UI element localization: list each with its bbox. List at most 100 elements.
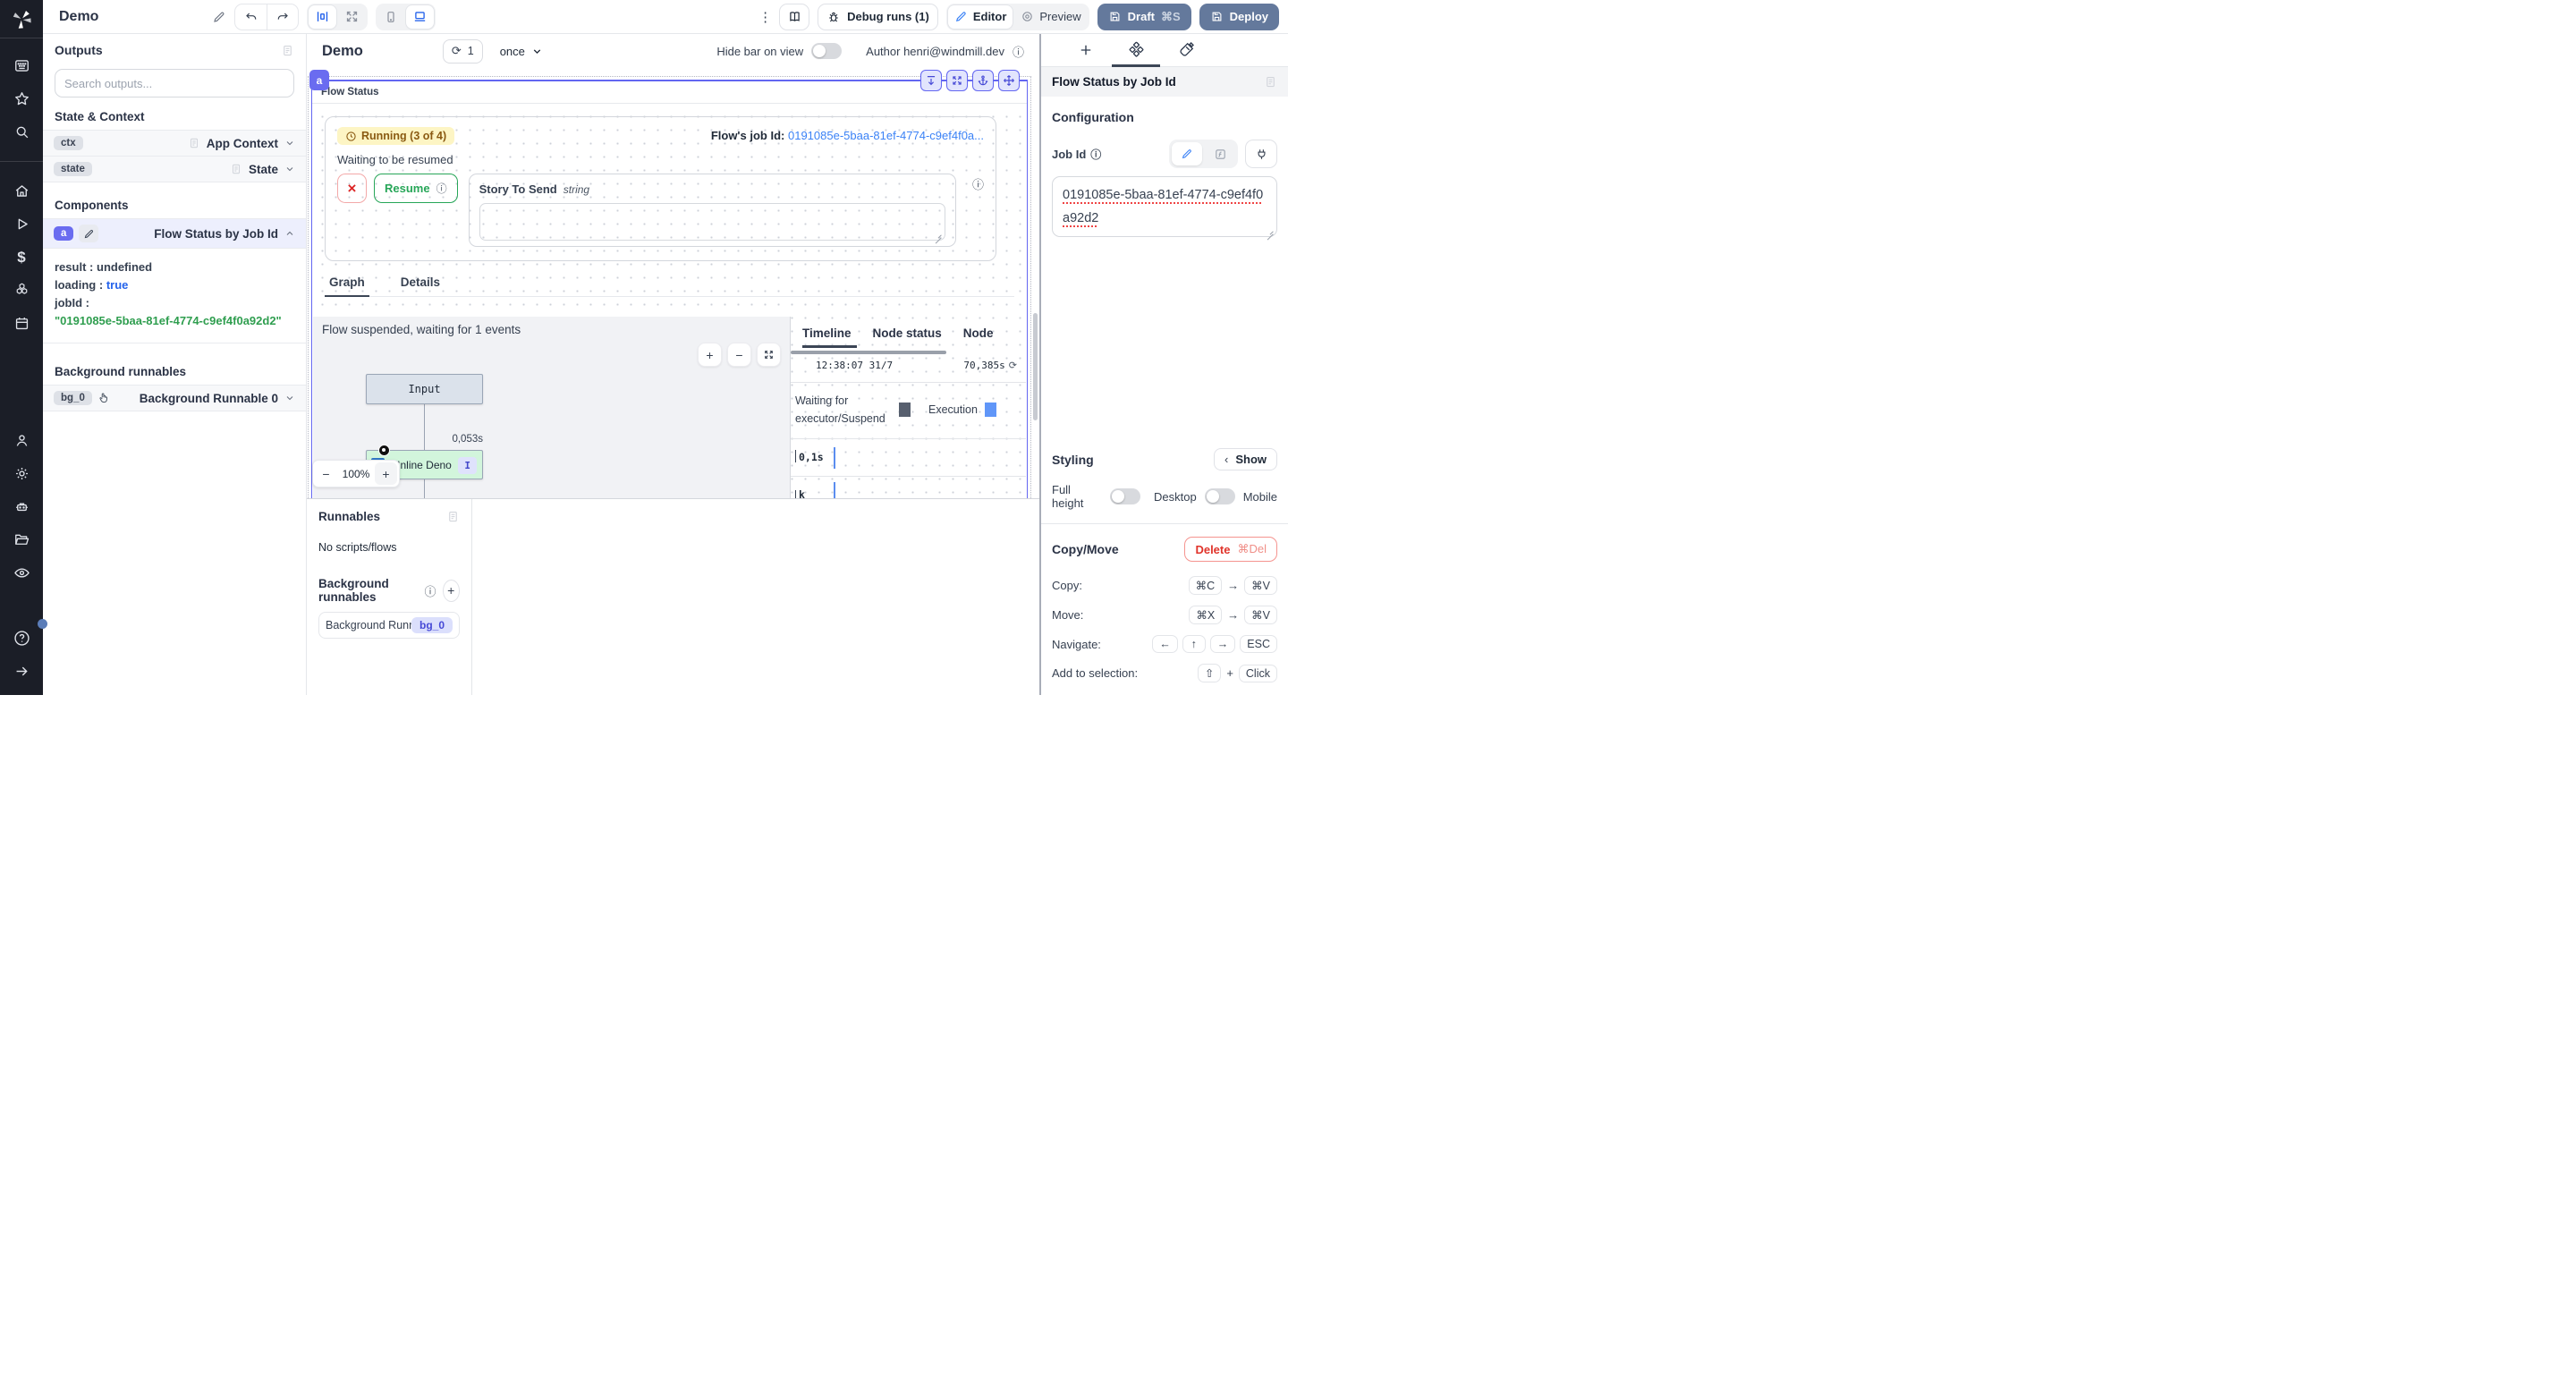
component-a-row[interactable]: a Flow Status by Job Id [43,218,306,249]
job-id-link[interactable]: 0191085e-5baa-81ef-4774-c9ef4f0a... [788,129,984,142]
sidebar-item-workers[interactable] [0,490,43,523]
centered-layout-button[interactable] [309,5,336,29]
delete-component-button[interactable]: Delete ⌘Del [1184,537,1277,562]
expand-down-icon[interactable] [920,70,942,91]
full-height-toggle[interactable] [1110,488,1140,504]
zoom-out-icon[interactable]: − [315,467,337,481]
info-icon[interactable]: ⓘ [1090,147,1101,162]
sidebar-item-home[interactable] [0,174,43,208]
chevron-down-icon[interactable] [284,393,295,403]
add-bg-runnable-button[interactable]: + [443,580,460,602]
bg-runnable-row[interactable]: Background Runna... bg_0 [318,612,460,639]
app-canvas[interactable]: a Flow Status [307,68,1039,498]
zoom-in-icon[interactable]: + [375,462,397,485]
preview-tab[interactable]: Preview [1014,5,1087,29]
refresh-count-button[interactable]: ⟳ 1 [443,39,483,64]
ctx-row[interactable]: ctx App Context [43,130,306,157]
author-label: Author henri@windmill.dev [866,45,1004,58]
tab-node-status[interactable]: Node status [873,326,942,348]
zoom-out-icon[interactable]: − [727,343,751,367]
horizontal-scrollbar[interactable] [791,351,946,354]
draft-button[interactable]: Draft ⌘S [1097,4,1191,30]
vertical-scrollbar[interactable] [1033,313,1038,420]
bg0-row[interactable]: bg_0 Background Runnable 0 [43,385,306,411]
deploy-button[interactable]: Deploy [1199,4,1279,30]
timeline-start: 12:38:07 31/7 [816,360,893,371]
connect-input-icon[interactable] [1245,140,1277,168]
redo-button[interactable] [267,4,298,30]
sidebar-item-users[interactable] [0,424,43,457]
sidebar-item-runs[interactable] [0,208,43,241]
undo-button[interactable] [235,4,267,30]
sidebar-item-favorites[interactable] [0,82,43,115]
component-id-tag[interactable]: a [309,70,329,90]
css-editor-tab[interactable] [1161,41,1211,66]
selected-component-name: Flow Status by Job Id [1052,75,1176,89]
legend-execution-swatch [985,403,996,417]
sidebar-item-variables[interactable]: $ [0,241,43,274]
rename-component-icon[interactable] [79,225,98,242]
sidebar-item-settings[interactable] [0,457,43,490]
flow-graph[interactable]: Flow suspended, waiting for 1 events + −… [313,317,790,498]
anchor-icon[interactable] [972,70,994,91]
info-icon[interactable]: ⓘ [1013,43,1024,60]
fit-view-icon[interactable] [757,343,781,367]
move-icon[interactable] [998,70,1020,91]
search-outputs-input[interactable] [55,69,294,97]
mobile-view-button[interactable] [377,5,404,29]
resize-handle-icon[interactable] [935,231,942,238]
tab-node-definition[interactable]: Node [963,326,994,348]
static-input-icon[interactable] [1172,142,1202,165]
tab-timeline[interactable]: Timeline [802,326,852,348]
component-settings-tab[interactable] [1111,41,1161,66]
desktop-toggle[interactable] [1205,488,1235,504]
docs-button[interactable] [779,4,809,30]
sidebar-item-folders[interactable] [0,523,43,556]
show-styling-button[interactable]: ‹ Show [1214,448,1277,470]
full-width-layout-button[interactable] [338,5,366,29]
editor-tab[interactable]: Editor [948,5,1013,29]
resume-button[interactable]: Resume ⓘ [374,174,458,203]
sidebar-item-search[interactable] [0,115,43,148]
job-id-input[interactable]: 0191085e-5baa-81ef-4774-c9ef4f0a92d2 [1052,176,1277,237]
zoom-in-icon[interactable]: + [698,343,722,367]
eval-input-icon[interactable] [1205,142,1235,165]
doc-panel-icon[interactable] [446,510,460,523]
edit-title-icon[interactable] [212,10,226,24]
sidebar-item-audit-logs[interactable] [0,556,43,589]
info-icon[interactable]: ⓘ [425,582,436,599]
doc-panel-icon[interactable] [281,44,294,57]
fullscreen-icon[interactable] [946,70,968,91]
chevron-up-icon[interactable] [284,228,295,239]
help-button[interactable] [0,622,43,655]
sidebar-expand-button[interactable] [0,655,43,688]
cancel-button[interactable]: × [337,174,367,203]
state-row[interactable]: state State [43,157,306,182]
sidebar-item-schedules[interactable] [0,307,43,340]
bg0-badge: bg_0 [54,391,92,405]
insert-component-tab[interactable] [1061,42,1111,66]
resize-handle-icon[interactable] [1267,227,1274,234]
info-icon[interactable]: ⓘ [972,175,984,192]
graph-node-input[interactable]: Input [366,374,483,404]
state-context-title: State & Context [43,106,306,130]
debug-runs-button[interactable]: Debug runs (1) [818,4,938,30]
chevron-down-icon[interactable] [284,164,295,174]
chevron-down-icon[interactable] [284,138,295,148]
schedule-policy-dropdown[interactable]: once [500,45,543,58]
story-field-type: string [564,183,589,196]
doc-panel-icon[interactable] [1264,75,1277,89]
sidebar-item-apps[interactable] [0,49,43,82]
tab-details[interactable]: Details [396,275,445,296]
timeline-marker [834,447,835,469]
editor-label: Editor [973,10,1007,23]
flow-status-component[interactable]: a Flow Status [311,80,1028,498]
tab-graph[interactable]: Graph [325,275,369,296]
desktop-view-button[interactable] [406,5,434,29]
hide-bar-toggle[interactable] [811,43,842,59]
story-textarea[interactable] [479,203,945,241]
more-menu-button[interactable]: ⋮ [758,9,771,25]
sidebar-item-resources[interactable] [0,274,43,307]
sidebar-divider [0,161,43,162]
delete-shortcut: ⌘Del [1237,542,1267,556]
